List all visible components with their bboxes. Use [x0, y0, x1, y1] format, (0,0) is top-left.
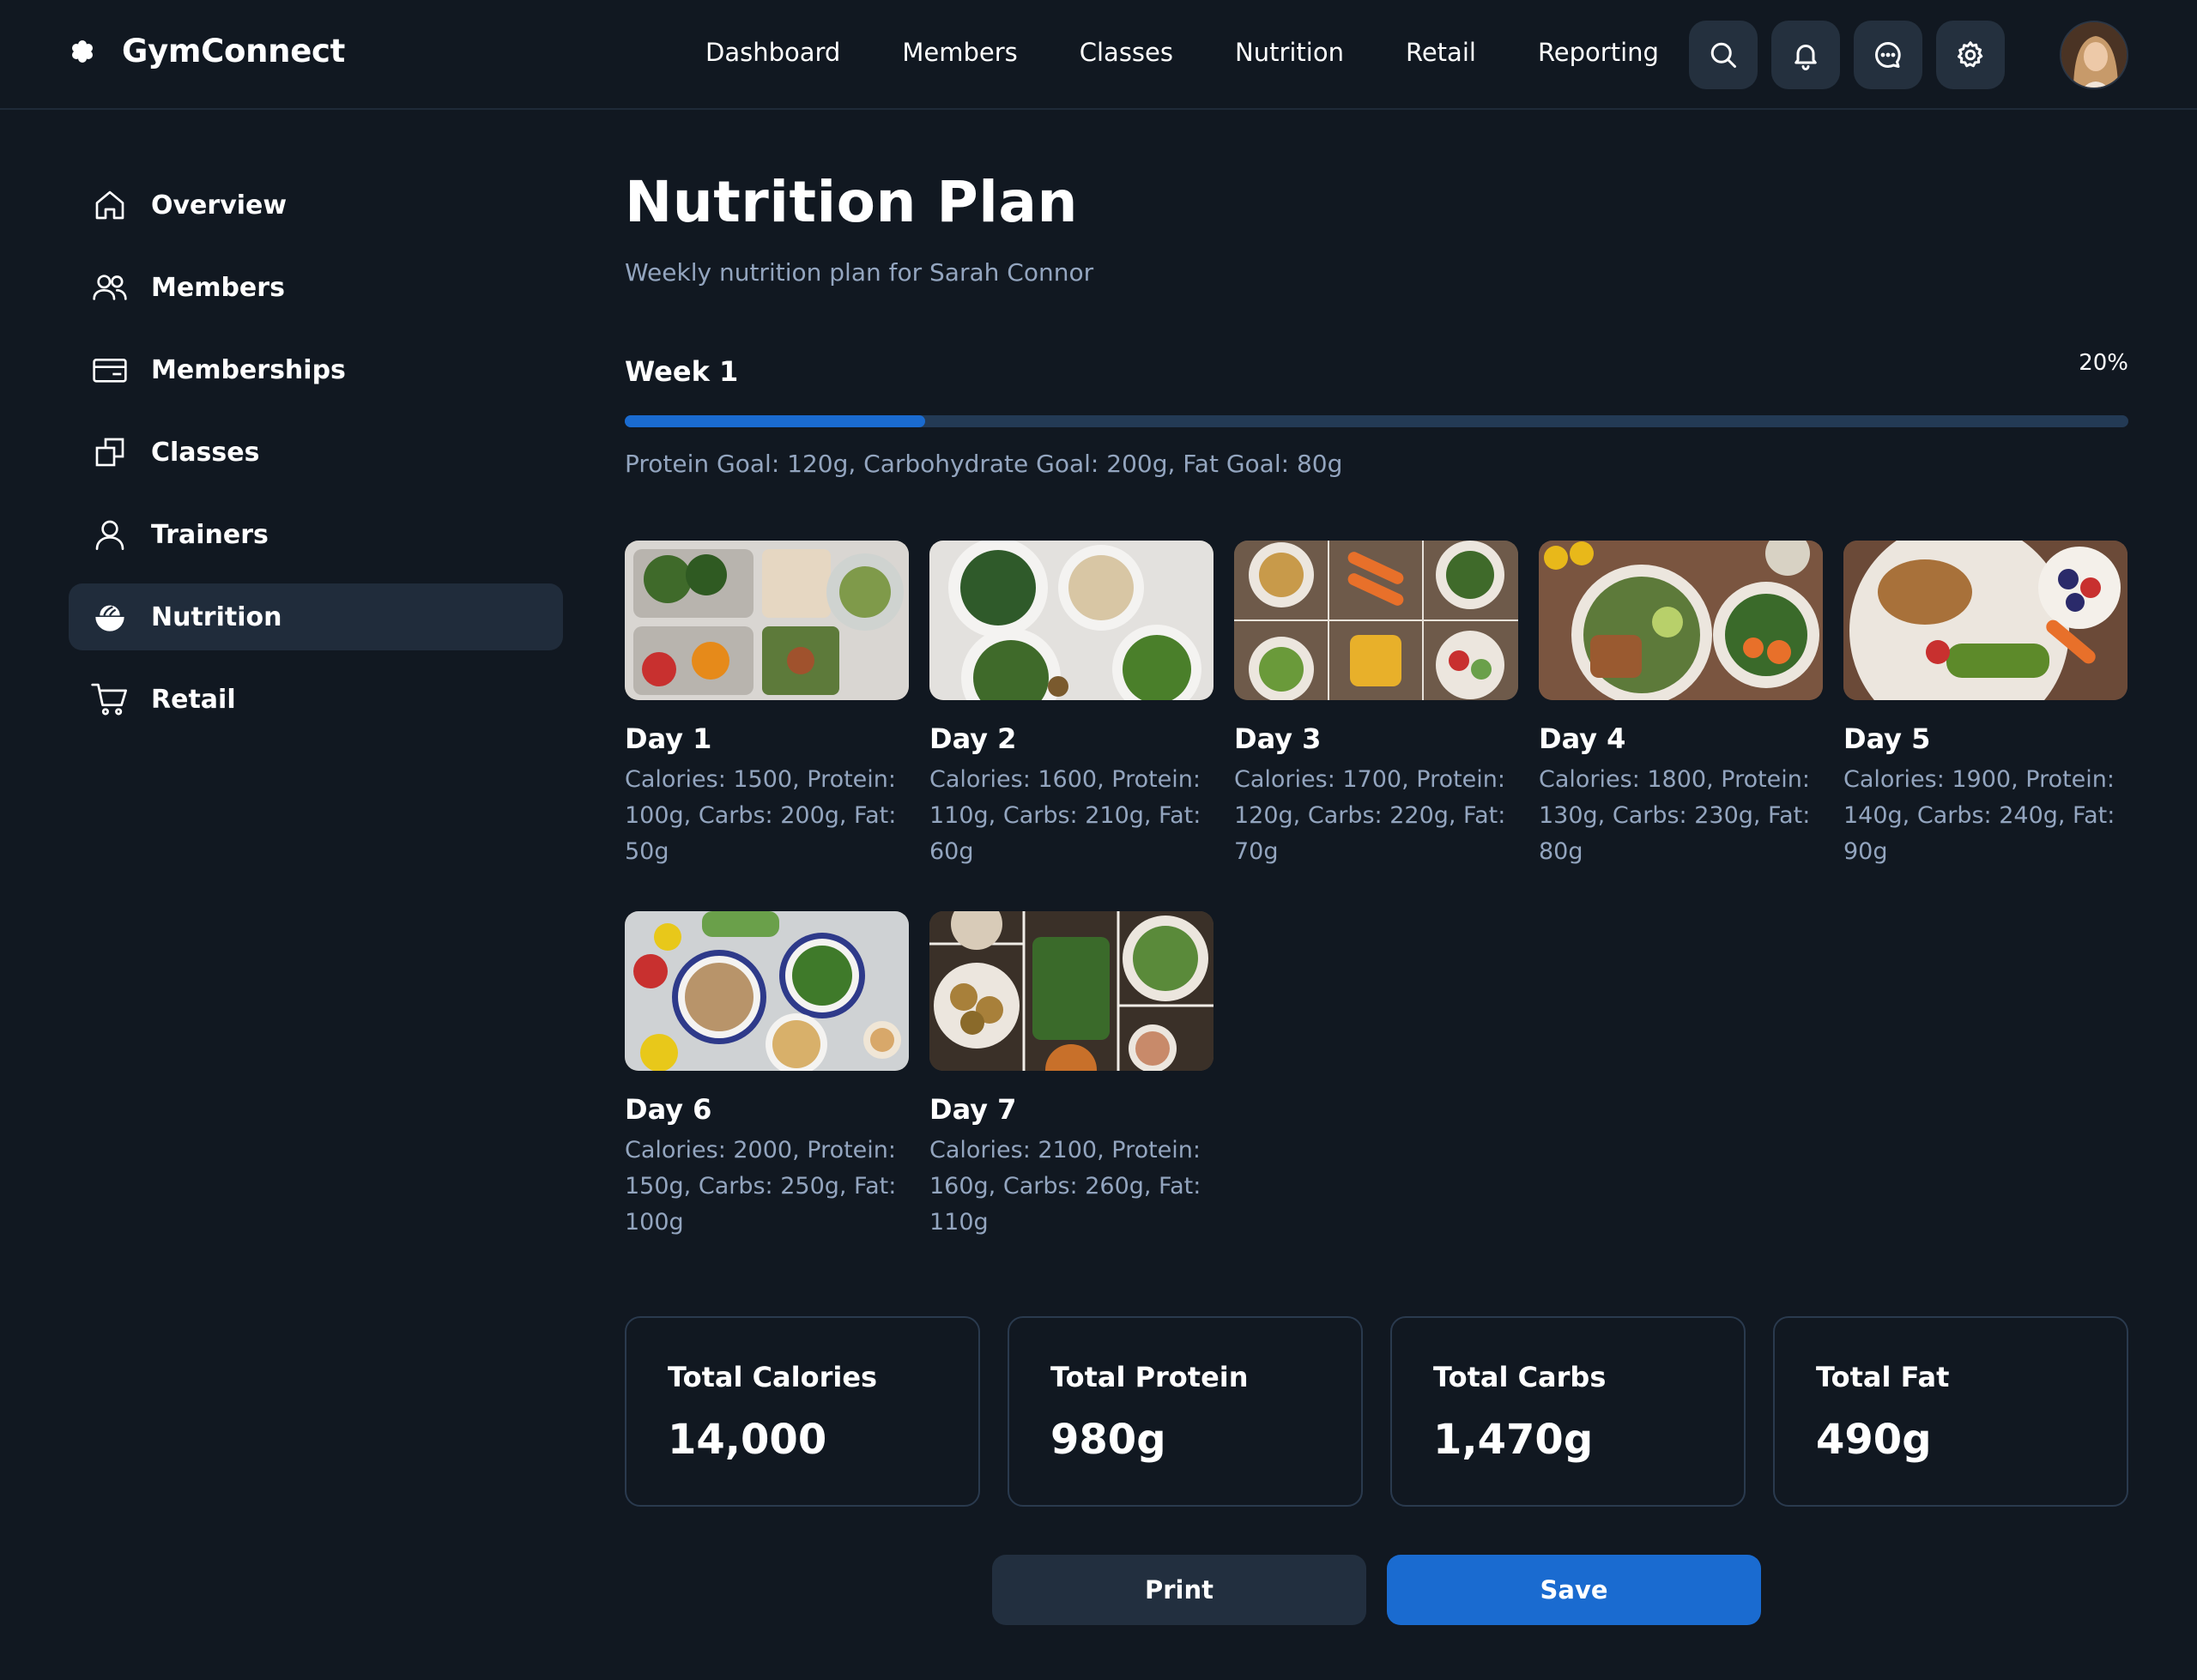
- day-macros: Calories: 1600, Protein: 110g, Carbs: 21…: [929, 766, 1201, 865]
- day-3-food-image: [1234, 541, 1518, 700]
- page-subtitle: Weekly nutrition plan for Sarah Connor: [625, 257, 1094, 287]
- nav-reporting[interactable]: Reporting: [1538, 38, 1659, 67]
- sidebar-item-label: Classes: [151, 437, 260, 468]
- nav-nutrition[interactable]: Nutrition: [1235, 38, 1344, 67]
- total-value: 1,470g: [1433, 1416, 1594, 1464]
- card-icon: [91, 351, 129, 389]
- users-icon: [91, 269, 129, 306]
- day-card[interactable]: Day 2 Calories: 1600, Protein: 110g, Car…: [929, 541, 1213, 879]
- day-macros: Calories: 2100, Protein: 160g, Carbs: 26…: [929, 1137, 1201, 1236]
- top-nav: Dashboard Members Classes Nutrition Reta…: [705, 38, 1659, 67]
- week-label: Week 1: [625, 355, 739, 388]
- app-name: GymConnect: [122, 33, 346, 69]
- totals-row: Total Calories 14,000 Total Protein 980g…: [625, 1316, 2128, 1507]
- day-card[interactable]: Day 5 Calories: 1900, Protein: 140g, Car…: [1843, 541, 2127, 879]
- asterisk-icon: [72, 39, 93, 63]
- search-button[interactable]: [1689, 21, 1758, 89]
- week-header: Week 1 20%: [625, 350, 2128, 388]
- save-button[interactable]: Save: [1387, 1555, 1761, 1625]
- nav-classes[interactable]: Classes: [1080, 38, 1173, 67]
- messages-button[interactable]: [1854, 21, 1922, 89]
- avatar[interactable]: [2060, 21, 2128, 89]
- user-photo-icon: [2061, 22, 2127, 88]
- day-6-food-image: [625, 911, 909, 1071]
- day-5-food-image: [1843, 541, 2127, 700]
- bowl-icon: [91, 598, 129, 636]
- day-macros: Calories: 1900, Protein: 140g, Carbs: 24…: [1843, 766, 2115, 865]
- nav-members[interactable]: Members: [902, 38, 1017, 67]
- total-protein-card: Total Protein 980g: [1008, 1316, 1363, 1507]
- day-1-food-image: [625, 541, 909, 700]
- main-content: Nutrition Plan Weekly nutrition plan for…: [625, 169, 2128, 1625]
- day-name: Day 7: [929, 1093, 1017, 1126]
- sidebar-item-members[interactable]: Members: [69, 254, 563, 321]
- brand[interactable]: GymConnect: [69, 33, 345, 69]
- sidebar-item-nutrition[interactable]: Nutrition: [69, 583, 563, 650]
- gear-icon: [1958, 41, 1983, 68]
- action-bar: Print Save: [992, 1555, 1782, 1625]
- day-card[interactable]: Day 3 Calories: 1700, Protein: 120g, Car…: [1234, 541, 1518, 879]
- day-name: Day 1: [625, 722, 712, 755]
- bell-icon: [1795, 45, 1817, 70]
- top-bar: GymConnect Dashboard Members Classes Nut…: [0, 0, 2197, 110]
- settings-button[interactable]: [1936, 21, 2005, 89]
- day-4-food-image: [1539, 541, 1823, 700]
- sidebar-item-classes[interactable]: Classes: [69, 419, 563, 486]
- sidebar-item-label: Retail: [151, 684, 236, 715]
- total-label: Total Protein: [1050, 1361, 1249, 1393]
- day-name: Day 5: [1843, 722, 1931, 755]
- day-name: Day 3: [1234, 722, 1322, 755]
- page-title: Nutrition Plan: [625, 169, 1078, 235]
- day-card[interactable]: Day 7 Calories: 2100, Protein: 160g, Car…: [929, 911, 1213, 1249]
- progress-fill: [625, 415, 926, 427]
- user-icon: [91, 516, 129, 553]
- day-name: Day 4: [1539, 722, 1626, 755]
- day-card[interactable]: Day 4 Calories: 1800, Protein: 130g, Car…: [1539, 541, 1823, 879]
- day-macros: Calories: 2000, Protein: 150g, Carbs: 25…: [625, 1137, 897, 1236]
- copy-icon: [91, 433, 129, 471]
- search-icon: [1710, 42, 1736, 68]
- sidebar-item-label: Memberships: [151, 354, 346, 385]
- day-name: Day 2: [929, 722, 1017, 755]
- day-name: Day 6: [625, 1093, 712, 1126]
- total-value: 490g: [1816, 1416, 1932, 1464]
- total-value: 14,000: [668, 1416, 827, 1464]
- chat-icon: [1875, 42, 1901, 68]
- sidebar-item-trainers[interactable]: Trainers: [69, 501, 563, 568]
- day-2-food-image: [929, 541, 1213, 700]
- sidebar-item-overview[interactable]: Overview: [69, 172, 563, 239]
- nutrition-goals: Protein Goal: 120g, Carbohydrate Goal: 2…: [625, 450, 1343, 478]
- sidebar-item-label: Trainers: [151, 519, 269, 550]
- sidebar-item-memberships[interactable]: Memberships: [69, 336, 563, 403]
- total-label: Total Calories: [668, 1361, 878, 1393]
- total-fat-card: Total Fat 490g: [1773, 1316, 2128, 1507]
- cart-icon: [91, 680, 129, 718]
- total-calories-card: Total Calories 14,000: [625, 1316, 980, 1507]
- total-value: 980g: [1050, 1416, 1166, 1464]
- nav-retail[interactable]: Retail: [1406, 38, 1476, 67]
- sidebar-item-retail[interactable]: Retail: [69, 666, 563, 733]
- notifications-button[interactable]: [1771, 21, 1840, 89]
- day-macros: Calories: 1700, Protein: 120g, Carbs: 22…: [1234, 766, 1506, 865]
- progress-bar: [625, 415, 2128, 427]
- day-card[interactable]: Day 1 Calories: 1500, Protein: 100g, Car…: [625, 541, 909, 879]
- day-macros: Calories: 1500, Protein: 100g, Carbs: 20…: [625, 766, 897, 865]
- day-grid: Day 1 Calories: 1500, Protein: 100g, Car…: [625, 541, 2152, 1282]
- nav-dashboard[interactable]: Dashboard: [705, 38, 840, 67]
- home-icon: [91, 186, 129, 224]
- total-label: Total Fat: [1816, 1361, 1950, 1393]
- sidebar: Overview Members Memberships Classes Tra…: [69, 172, 563, 748]
- total-label: Total Carbs: [1433, 1361, 1607, 1393]
- print-button[interactable]: Print: [992, 1555, 1366, 1625]
- progress-percent: 20%: [2079, 350, 2128, 376]
- day-7-food-image: [929, 911, 1213, 1071]
- sidebar-item-label: Nutrition: [151, 601, 282, 632]
- sidebar-item-label: Overview: [151, 190, 287, 221]
- day-card[interactable]: Day 6 Calories: 2000, Protein: 150g, Car…: [625, 911, 909, 1249]
- sidebar-item-label: Members: [151, 272, 285, 303]
- day-macros: Calories: 1800, Protein: 130g, Carbs: 23…: [1539, 766, 1811, 865]
- total-carbs-card: Total Carbs 1,470g: [1390, 1316, 1746, 1507]
